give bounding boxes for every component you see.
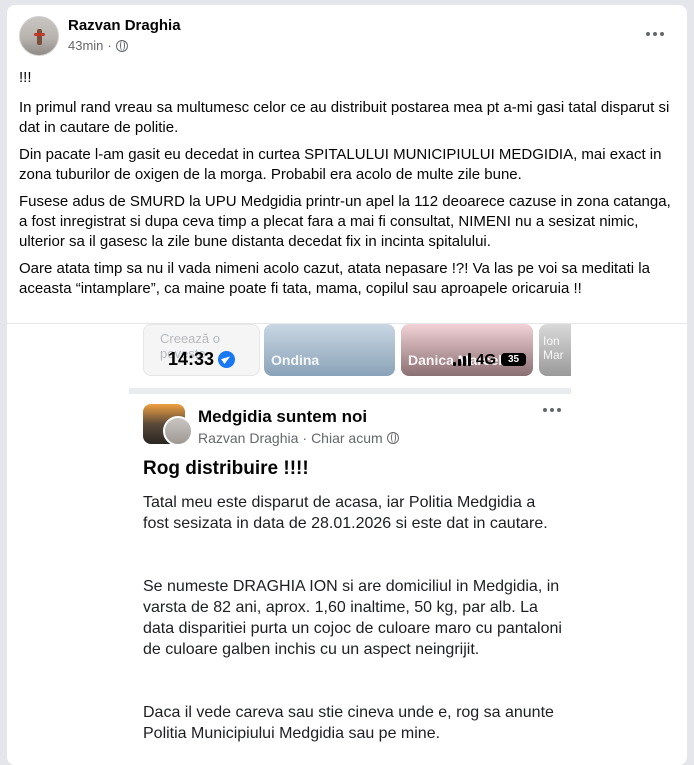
dot-icon: [660, 32, 664, 36]
story-label: Ondina: [271, 352, 320, 368]
meta-separator: ·: [302, 430, 308, 446]
post-time[interactable]: 43min: [68, 38, 103, 53]
inner-post-meta: Razvan Draghia · Chiar acum: [198, 430, 399, 446]
author-name[interactable]: Razvan Draghia: [68, 17, 181, 34]
status-indicators: 4G 35: [453, 351, 527, 368]
inner-more-options-icon: [543, 408, 561, 412]
inner-author: Razvan Draghia: [198, 430, 299, 446]
avatar-figure: [37, 29, 42, 45]
meta-separator: ·: [107, 38, 112, 53]
signal-icon: [453, 353, 471, 366]
group-name: Medgidia suntem noi: [198, 407, 368, 426]
inner-post-text: Rog distribuire !!!! Tatal meu este disp…: [143, 458, 563, 765]
attached-screenshot[interactable]: Creează o poveste Ondina Danica Marcel I…: [123, 324, 571, 765]
post-header: Razvan Draghia 43min ·: [19, 16, 675, 60]
post-meta: 43min ·: [68, 38, 128, 53]
post-paragraph: Fusese adus de SMURD la UPU Medgidia pri…: [19, 193, 671, 250]
location-arrow-icon: [218, 351, 236, 368]
avatar-figure-detail: [34, 33, 45, 36]
post-paragraph: Din pacate l-am gasit eu decedat in curt…: [19, 146, 662, 183]
post-paragraph: !!!: [19, 69, 32, 86]
battery-icon: 35: [501, 353, 527, 366]
status-time: 14:33: [168, 349, 236, 370]
post-card: Razvan Draghia 43min · !!! In primul ran…: [7, 5, 687, 765]
inner-time: Chiar acum: [311, 430, 383, 446]
dot-icon: [653, 32, 657, 36]
post-paragraph: In primul rand vreau sa multumesc celor …: [19, 99, 670, 136]
more-options-button[interactable]: [641, 24, 669, 44]
inner-paragraph: Se numeste DRAGHIA ION si are domiciliul…: [143, 578, 562, 658]
inner-paragraph: Daca il vede careva sau stie cineva unde…: [143, 704, 554, 742]
author-mini-avatar: [163, 416, 193, 446]
network-type: 4G: [476, 351, 497, 368]
battery-level: 35: [507, 354, 520, 365]
story-item[interactable]: Ondina: [264, 324, 395, 376]
author-avatar[interactable]: [19, 16, 59, 56]
story-item[interactable]: Danica Marcel: [401, 324, 533, 376]
story-item[interactable]: Ion Mar: [539, 324, 571, 376]
dot-icon: [646, 32, 650, 36]
inner-paragraph: Tatal meu este disparut de acasa, iar Po…: [143, 494, 548, 532]
story-label: Ion Mar: [543, 334, 564, 362]
post-paragraph: Oare atata timp sa nu il vada nimeni aco…: [19, 260, 650, 297]
inner-post-header: Medgidia suntem noi Razvan Draghia · Chi…: [123, 394, 571, 452]
status-time-text: 14:33: [168, 349, 215, 369]
post-text: !!! In primul rand vreau sa multumesc ce…: [19, 68, 677, 306]
stories-strip: Creează o poveste Ondina Danica Marcel I…: [123, 324, 571, 382]
globe-icon: [386, 432, 399, 444]
inner-post-title: Rog distribuire !!!!: [143, 458, 309, 479]
globe-icon[interactable]: [115, 39, 128, 52]
